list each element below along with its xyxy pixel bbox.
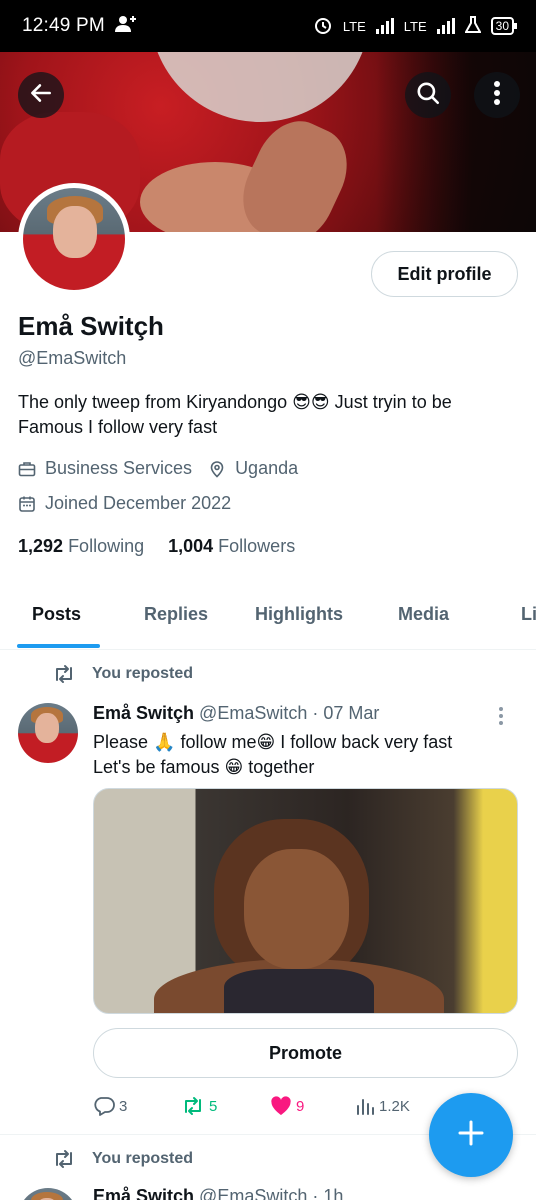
repost-icon bbox=[52, 1149, 78, 1169]
like-button[interactable]: 9 bbox=[270, 1096, 304, 1116]
tab-replies[interactable]: Replies bbox=[144, 604, 208, 625]
heart-icon bbox=[270, 1096, 292, 1116]
search-icon bbox=[415, 80, 441, 111]
repost-label: You reposted bbox=[92, 1150, 194, 1167]
profile-handle: @EmaSwitch bbox=[18, 348, 127, 368]
status-icons: LTE LTE 30 bbox=[313, 15, 518, 38]
like-count: 9 bbox=[296, 1097, 305, 1115]
post-header: Emå Switch @EmaSwitch · 1h bbox=[93, 1186, 343, 1200]
edit-profile-button[interactable]: Edit profile bbox=[371, 251, 518, 297]
repost-button[interactable]: 5 bbox=[181, 1096, 217, 1116]
profile-joined-row: Joined December 2022 bbox=[18, 493, 231, 514]
compose-post-button[interactable] bbox=[429, 1093, 513, 1177]
post-media-image[interactable] bbox=[93, 788, 518, 1014]
followers-count: 1,004 bbox=[168, 536, 214, 556]
view-count: 1.2K bbox=[379, 1097, 410, 1115]
post-author-name[interactable]: Emå Switch bbox=[93, 1186, 194, 1200]
followers-label: Followers bbox=[218, 536, 296, 556]
profile-bio: The only tweep from Kiryandongo 😎😎 Just … bbox=[18, 392, 452, 437]
post-text-line: Let's be famous 😁 together bbox=[93, 757, 315, 777]
calendar-icon bbox=[18, 495, 36, 513]
repost-icon bbox=[181, 1096, 205, 1116]
post-author-name[interactable]: Emå Switçh bbox=[93, 703, 194, 723]
battery-indicator: 30 bbox=[490, 17, 518, 35]
search-button[interactable] bbox=[405, 72, 451, 118]
more-vertical-icon bbox=[493, 80, 501, 111]
arrow-left-icon bbox=[28, 80, 54, 111]
profile-display-name: Emå Switçh bbox=[18, 311, 164, 341]
briefcase-icon bbox=[18, 460, 36, 478]
alarm-icon bbox=[313, 15, 333, 38]
status-bar: 12:49 PM LTE LTE 30 bbox=[0, 0, 536, 52]
reply-count: 3 bbox=[119, 1097, 128, 1115]
plus-icon bbox=[456, 1118, 486, 1153]
following-label: Following bbox=[68, 536, 145, 556]
profile-category[interactable]: Business Services bbox=[45, 458, 192, 479]
profile-meta-row: Business Services Uganda bbox=[18, 458, 298, 479]
back-button[interactable] bbox=[18, 72, 64, 118]
post-header: Emå Switçh @EmaSwitch · 07 Mar bbox=[93, 703, 379, 724]
tab-likes[interactable]: Li bbox=[521, 604, 536, 625]
profile-avatar[interactable] bbox=[18, 183, 130, 295]
more-options-button[interactable] bbox=[474, 72, 520, 118]
repost-count: 5 bbox=[209, 1097, 218, 1115]
promote-button[interactable]: Promote bbox=[93, 1028, 518, 1078]
active-tab-indicator bbox=[17, 644, 100, 648]
repost-label: You reposted bbox=[92, 665, 194, 682]
network-label-2: LTE bbox=[403, 18, 427, 34]
post-author-handle[interactable]: @EmaSwitch bbox=[199, 703, 307, 723]
signal-icon-2 bbox=[436, 18, 455, 34]
post-text-line: Please 🙏 follow me😁 I follow back very f… bbox=[93, 732, 453, 752]
more-vertical-icon bbox=[498, 707, 504, 731]
repost-indicator: You reposted bbox=[52, 664, 193, 684]
post-text: Please 🙏 follow me😁 I follow back very f… bbox=[93, 730, 513, 780]
post-author-handle[interactable]: @EmaSwitch bbox=[199, 1186, 307, 1200]
repost-indicator: You reposted bbox=[52, 1149, 193, 1169]
following-link[interactable]: 1,292 Following bbox=[18, 536, 144, 557]
post-author-avatar[interactable] bbox=[18, 703, 78, 763]
profile-joined-date: Joined December 2022 bbox=[45, 493, 232, 513]
profile-tabs: Posts Replies Highlights Media Li bbox=[0, 594, 536, 650]
flask-icon bbox=[463, 15, 482, 37]
tab-highlights[interactable]: Highlights bbox=[255, 604, 343, 625]
follow-stats: 1,292 Following 1,004 Followers bbox=[18, 536, 295, 557]
followers-link[interactable]: 1,004 Followers bbox=[168, 536, 295, 557]
repost-icon bbox=[52, 664, 78, 684]
post-time[interactable]: · 1h bbox=[312, 1186, 343, 1200]
views-chart-icon bbox=[355, 1096, 375, 1116]
signal-icon-1 bbox=[375, 18, 394, 34]
profile-location: Uganda bbox=[235, 458, 299, 478]
location-pin-icon bbox=[208, 460, 226, 478]
tab-posts[interactable]: Posts bbox=[32, 604, 81, 625]
reply-button[interactable]: 3 bbox=[93, 1096, 127, 1116]
status-time: 12:49 PM bbox=[22, 15, 105, 36]
views-button[interactable]: 1.2K bbox=[355, 1096, 410, 1116]
post-author-avatar[interactable] bbox=[18, 1188, 78, 1200]
network-label-1: LTE bbox=[342, 18, 366, 34]
post-more-button[interactable] bbox=[498, 706, 504, 726]
add-user-icon bbox=[114, 15, 137, 38]
reply-icon bbox=[93, 1096, 115, 1116]
following-count: 1,292 bbox=[18, 536, 64, 556]
post-time[interactable]: · 07 Mar bbox=[312, 703, 379, 723]
tab-media[interactable]: Media bbox=[398, 604, 449, 625]
